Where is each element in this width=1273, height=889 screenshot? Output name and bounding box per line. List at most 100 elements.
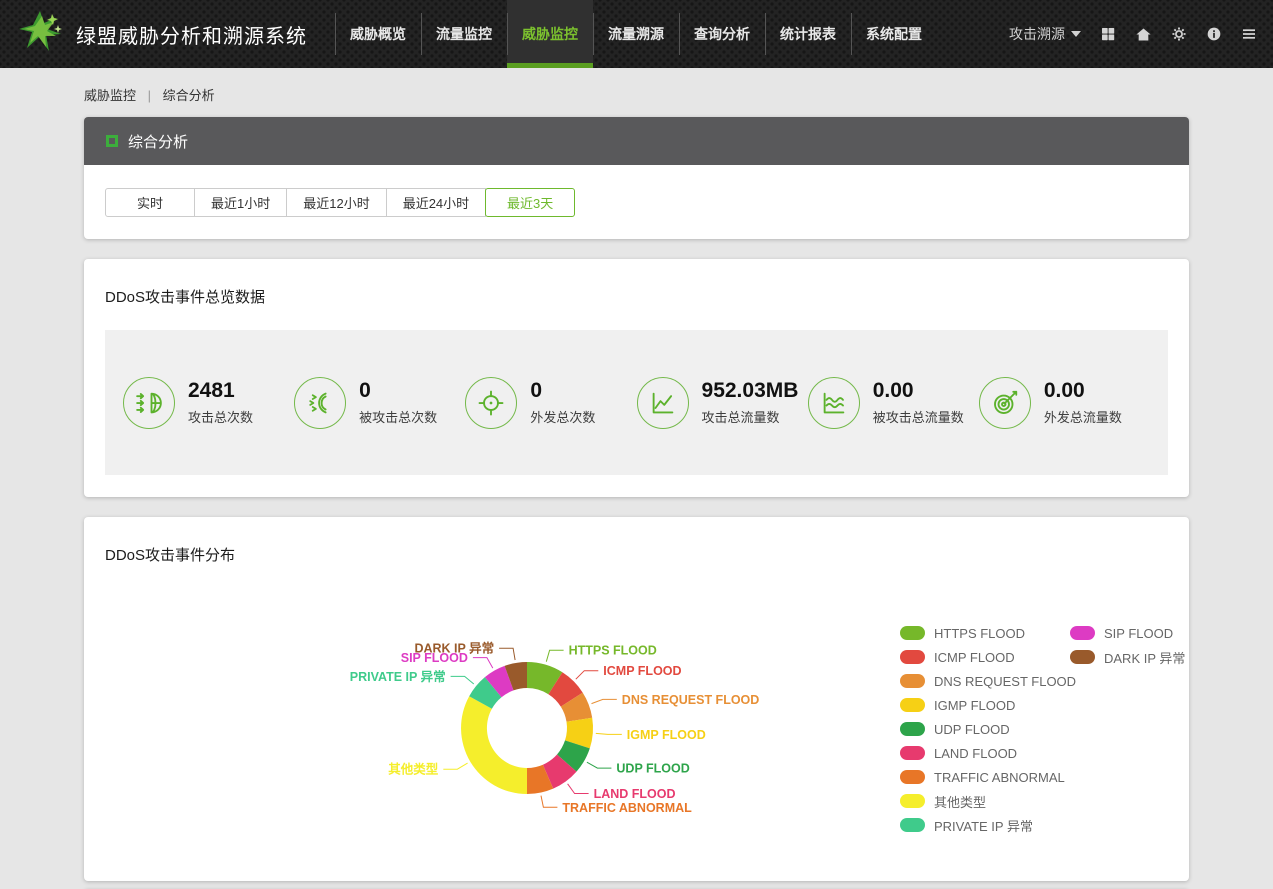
legend-swatch — [900, 650, 925, 664]
legend-item[interactable]: ICMP FLOOD — [900, 645, 1070, 669]
stat-outbound-count: 0 外发总次数 — [465, 377, 636, 429]
breadcrumb-parent[interactable]: 威胁监控 — [84, 88, 136, 103]
slice-leader-line — [576, 671, 599, 680]
nav-item-threat-overview[interactable]: 威胁概览 — [335, 0, 421, 68]
stat-attacked-count: 0 被攻击总次数 — [294, 377, 465, 429]
legend-item[interactable]: UDP FLOOD — [900, 717, 1070, 741]
stat-label: 被攻击总流量数 — [873, 407, 964, 426]
nav-item-query-analysis[interactable]: 查询分析 — [679, 0, 765, 68]
nsfocus-logo-icon — [18, 10, 64, 58]
legend-label: ICMP FLOOD — [934, 650, 1015, 665]
stat-label: 外发总流量数 — [1044, 407, 1122, 426]
attack-trace-dropdown[interactable]: 攻击溯源 — [1009, 24, 1081, 44]
slice-label: 其他类型 — [388, 762, 439, 777]
stat-outbound-traffic: 0.00 外发总流量数 — [979, 377, 1150, 429]
legend-item[interactable]: IGMP FLOOD — [900, 693, 1070, 717]
attack-count-icon — [123, 377, 175, 429]
legend-swatch — [900, 626, 925, 640]
chart-legend: HTTPS FLOOD ICMP FLOOD DNS REQUEST FLOOD… — [900, 621, 1250, 841]
breadcrumb-separator: | — [148, 88, 151, 103]
overview-panel-title: DDoS攻击事件总览数据 — [84, 259, 1189, 307]
time-filter-3d[interactable]: 最近3天 — [485, 188, 575, 217]
legend-item[interactable]: 其他类型 — [900, 789, 1070, 813]
legend-swatch — [1070, 626, 1095, 640]
ddos-distribution-donut-chart[interactable]: HTTPS FLOODICMP FLOODDNS REQUEST FLOODIG… — [104, 617, 804, 877]
time-filter-group: 实时 最近1小时 最近12小时 最近24小时 最近3天 — [105, 188, 575, 217]
slice-label: HTTPS FLOOD — [569, 644, 657, 658]
time-filter-24h[interactable]: 最近24小时 — [386, 188, 486, 217]
slice-leader-line — [596, 733, 622, 734]
stat-label: 攻击总次数 — [188, 407, 253, 426]
legend-swatch — [900, 794, 925, 808]
section-square-icon — [106, 135, 118, 147]
legend-item[interactable]: LAND FLOOD — [900, 741, 1070, 765]
legend-swatch — [900, 770, 925, 784]
slice-leader-line — [499, 648, 515, 660]
outbound-count-icon — [465, 377, 517, 429]
stat-label: 外发总次数 — [530, 407, 595, 426]
legend-item[interactable]: SIP FLOOD — [1070, 621, 1240, 645]
legend-item[interactable]: DNS REQUEST FLOOD — [900, 669, 1070, 693]
distribution-panel-title: DDoS攻击事件分布 — [84, 517, 1189, 565]
slice-leader-line — [546, 650, 563, 662]
info-icon[interactable] — [1206, 26, 1222, 42]
stat-value: 0.00 — [873, 379, 964, 403]
legend-swatch — [1070, 650, 1095, 664]
nav-item-traffic-trace[interactable]: 流量溯源 — [593, 0, 679, 68]
slice-label: DNS REQUEST FLOOD — [622, 693, 760, 707]
slice-label: UDP FLOOD — [616, 762, 689, 776]
time-filter-1h[interactable]: 最近1小时 — [194, 188, 287, 217]
breadcrumb-current: 综合分析 — [163, 88, 215, 103]
legend-item[interactable]: DARK IP 异常 — [1070, 645, 1240, 669]
legend-swatch — [900, 746, 925, 760]
apps-grid-icon[interactable] — [1100, 26, 1116, 42]
legend-swatch — [900, 818, 925, 832]
legend-label: LAND FLOOD — [934, 746, 1017, 761]
stat-label: 攻击总流量数 — [702, 407, 799, 426]
section-title: 综合分析 — [128, 131, 188, 152]
slice-label: IGMP FLOOD — [627, 728, 706, 742]
legend-label: IGMP FLOOD — [934, 698, 1015, 713]
outbound-traffic-icon — [979, 377, 1031, 429]
legend-swatch — [900, 698, 925, 712]
section-panel: 综合分析 实时 最近1小时 最近12小时 最近24小时 最近3天 — [84, 117, 1189, 239]
legend-label: SIP FLOOD — [1104, 626, 1173, 641]
attacked-traffic-icon — [808, 377, 860, 429]
nav-item-system-config[interactable]: 系统配置 — [851, 0, 937, 68]
brand: 绿盟威胁分析和溯源系统 — [0, 0, 307, 68]
home-icon[interactable] — [1135, 26, 1152, 43]
stats-box: 2481 攻击总次数 0 被攻击总次数 — [105, 330, 1168, 475]
time-filter-12h[interactable]: 最近12小时 — [286, 188, 386, 217]
menu-icon[interactable] — [1241, 26, 1257, 42]
stat-value: 2481 — [188, 379, 253, 403]
slice-label: TRAFFIC ABNORMAL — [562, 801, 692, 815]
legend-label: HTTPS FLOOD — [934, 626, 1025, 641]
legend-label: DARK IP 异常 — [1104, 648, 1185, 667]
legend-item[interactable]: PRIVATE IP 异常 — [900, 813, 1070, 837]
main-menu: 威胁概览 流量监控 威胁监控 流量溯源 查询分析 统计报表 系统配置 — [335, 0, 937, 68]
attack-traffic-icon — [637, 377, 689, 429]
attacked-count-icon — [294, 377, 346, 429]
legend-item[interactable]: HTTPS FLOOD — [900, 621, 1070, 645]
slice-leader-line — [592, 699, 617, 703]
nav-item-traffic-monitor[interactable]: 流量监控 — [421, 0, 507, 68]
breadcrumb: 威胁监控 | 综合分析 — [84, 68, 1189, 117]
nav-item-threat-monitor[interactable]: 威胁监控 — [507, 0, 593, 68]
slice-leader-line — [451, 676, 474, 684]
time-filter-realtime[interactable]: 实时 — [105, 188, 195, 217]
section-header-bar: 综合分析 — [84, 117, 1189, 165]
legend-label: TRAFFIC ABNORMAL — [934, 770, 1065, 785]
slice-leader-line — [568, 784, 589, 794]
attack-trace-label: 攻击溯源 — [1009, 24, 1065, 44]
stat-value: 952.03MB — [702, 379, 799, 403]
gear-icon[interactable] — [1171, 26, 1187, 42]
ddos-overview-panel: DDoS攻击事件总览数据 2481 攻击总次数 — [84, 259, 1189, 497]
ddos-distribution-panel: DDoS攻击事件分布 HTTPS FLOODICMP FLOODDNS REQU… — [84, 517, 1189, 881]
legend-item[interactable]: TRAFFIC ABNORMAL — [900, 765, 1070, 789]
navbar-right: 攻击溯源 — [1009, 0, 1273, 68]
donut-slice[interactable] — [461, 696, 527, 794]
slice-leader-line — [473, 658, 493, 669]
chevron-down-icon — [1071, 31, 1081, 37]
time-filter-row: 实时 最近1小时 最近12小时 最近24小时 最近3天 — [84, 165, 1189, 239]
nav-item-statistic-report[interactable]: 统计报表 — [765, 0, 851, 68]
